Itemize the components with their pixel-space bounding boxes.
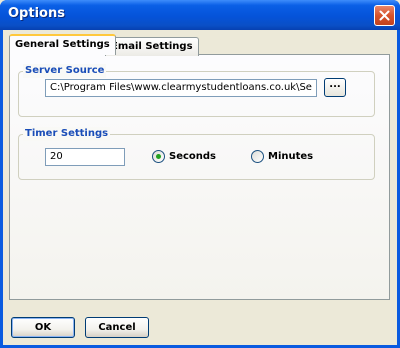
tab-general-settings[interactable]: General Settings (9, 34, 116, 55)
minutes-radio[interactable] (251, 150, 264, 163)
timer-settings-group: Timer Settings 20 Seconds Minutes (18, 127, 375, 180)
browse-button[interactable]: ... (324, 78, 346, 97)
options-dialog: Options General Settings Email Settings … (0, 0, 400, 348)
server-source-group: Server Source C:\Program Files\www.clear… (18, 64, 375, 117)
ok-button[interactable]: OK (11, 317, 75, 338)
radio-selected-dot (156, 154, 161, 159)
seconds-label: Seconds (169, 151, 217, 162)
minutes-label: Minutes (268, 151, 314, 162)
close-icon (379, 10, 390, 21)
dialog-body: General Settings Email Settings Server S… (3, 30, 397, 345)
timer-settings-label: Timer Settings (23, 127, 111, 141)
window-title: Options (8, 6, 65, 21)
timer-value-input[interactable]: 20 (45, 148, 125, 166)
seconds-radio[interactable] (152, 150, 165, 163)
server-path-input[interactable]: C:\Program Files\www.clearmystudentloans… (45, 79, 317, 97)
cancel-button[interactable]: Cancel (85, 317, 149, 338)
tab-email-settings[interactable]: Email Settings (105, 37, 199, 56)
title-bar[interactable]: Options (0, 0, 400, 30)
server-source-label: Server Source (23, 64, 107, 78)
close-button[interactable] (374, 5, 395, 26)
